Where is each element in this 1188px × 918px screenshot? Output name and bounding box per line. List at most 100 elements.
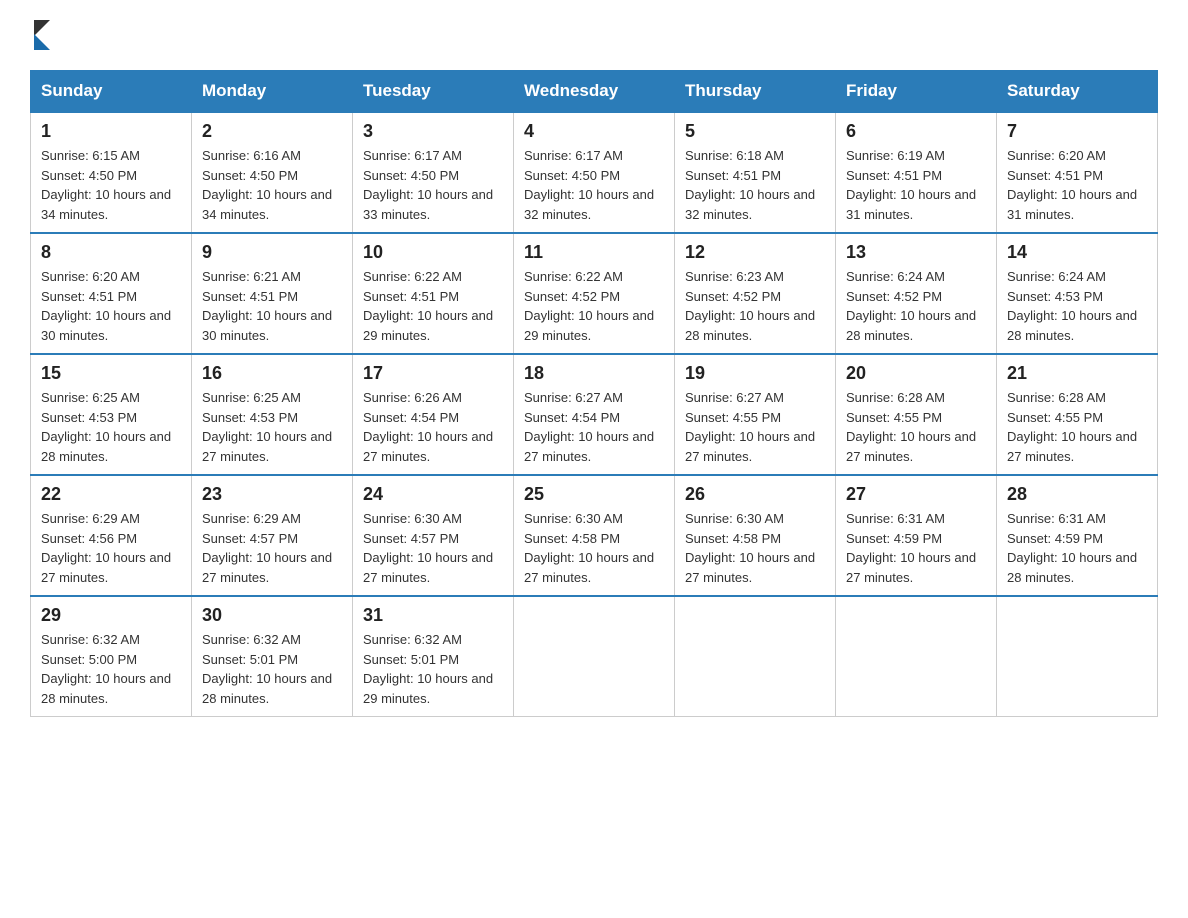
header-sunday: Sunday xyxy=(31,71,192,113)
day-info: Sunrise: 6:31 AM Sunset: 4:59 PM Dayligh… xyxy=(846,509,986,587)
calendar-cell: 2 Sunrise: 6:16 AM Sunset: 4:50 PM Dayli… xyxy=(192,112,353,233)
day-info: Sunrise: 6:21 AM Sunset: 4:51 PM Dayligh… xyxy=(202,267,342,345)
header-saturday: Saturday xyxy=(997,71,1158,113)
day-info: Sunrise: 6:29 AM Sunset: 4:57 PM Dayligh… xyxy=(202,509,342,587)
calendar-cell: 7 Sunrise: 6:20 AM Sunset: 4:51 PM Dayli… xyxy=(997,112,1158,233)
calendar-header-row: Sunday Monday Tuesday Wednesday Thursday… xyxy=(31,71,1158,113)
calendar-week-row: 1 Sunrise: 6:15 AM Sunset: 4:50 PM Dayli… xyxy=(31,112,1158,233)
day-number: 5 xyxy=(685,121,825,142)
calendar-cell: 11 Sunrise: 6:22 AM Sunset: 4:52 PM Dayl… xyxy=(514,233,675,354)
day-number: 13 xyxy=(846,242,986,263)
calendar-week-row: 29 Sunrise: 6:32 AM Sunset: 5:00 PM Dayl… xyxy=(31,596,1158,717)
logo xyxy=(30,20,50,50)
calendar-cell: 20 Sunrise: 6:28 AM Sunset: 4:55 PM Dayl… xyxy=(836,354,997,475)
day-info: Sunrise: 6:27 AM Sunset: 4:55 PM Dayligh… xyxy=(685,388,825,466)
day-number: 17 xyxy=(363,363,503,384)
day-number: 19 xyxy=(685,363,825,384)
day-info: Sunrise: 6:25 AM Sunset: 4:53 PM Dayligh… xyxy=(41,388,181,466)
day-info: Sunrise: 6:17 AM Sunset: 4:50 PM Dayligh… xyxy=(524,146,664,224)
day-number: 8 xyxy=(41,242,181,263)
calendar-cell: 5 Sunrise: 6:18 AM Sunset: 4:51 PM Dayli… xyxy=(675,112,836,233)
calendar-cell: 23 Sunrise: 6:29 AM Sunset: 4:57 PM Dayl… xyxy=(192,475,353,596)
calendar-week-row: 22 Sunrise: 6:29 AM Sunset: 4:56 PM Dayl… xyxy=(31,475,1158,596)
day-number: 4 xyxy=(524,121,664,142)
calendar-cell: 10 Sunrise: 6:22 AM Sunset: 4:51 PM Dayl… xyxy=(353,233,514,354)
calendar-cell: 27 Sunrise: 6:31 AM Sunset: 4:59 PM Dayl… xyxy=(836,475,997,596)
day-number: 6 xyxy=(846,121,986,142)
day-number: 16 xyxy=(202,363,342,384)
day-info: Sunrise: 6:15 AM Sunset: 4:50 PM Dayligh… xyxy=(41,146,181,224)
day-info: Sunrise: 6:28 AM Sunset: 4:55 PM Dayligh… xyxy=(846,388,986,466)
day-info: Sunrise: 6:19 AM Sunset: 4:51 PM Dayligh… xyxy=(846,146,986,224)
calendar-cell: 31 Sunrise: 6:32 AM Sunset: 5:01 PM Dayl… xyxy=(353,596,514,717)
calendar-cell: 24 Sunrise: 6:30 AM Sunset: 4:57 PM Dayl… xyxy=(353,475,514,596)
day-number: 23 xyxy=(202,484,342,505)
header-friday: Friday xyxy=(836,71,997,113)
calendar-cell: 28 Sunrise: 6:31 AM Sunset: 4:59 PM Dayl… xyxy=(997,475,1158,596)
day-info: Sunrise: 6:32 AM Sunset: 5:00 PM Dayligh… xyxy=(41,630,181,708)
day-number: 22 xyxy=(41,484,181,505)
day-info: Sunrise: 6:30 AM Sunset: 4:58 PM Dayligh… xyxy=(685,509,825,587)
calendar-cell xyxy=(997,596,1158,717)
day-number: 14 xyxy=(1007,242,1147,263)
day-info: Sunrise: 6:24 AM Sunset: 4:53 PM Dayligh… xyxy=(1007,267,1147,345)
day-number: 18 xyxy=(524,363,664,384)
header-monday: Monday xyxy=(192,71,353,113)
day-info: Sunrise: 6:20 AM Sunset: 4:51 PM Dayligh… xyxy=(1007,146,1147,224)
calendar-cell: 6 Sunrise: 6:19 AM Sunset: 4:51 PM Dayli… xyxy=(836,112,997,233)
calendar-cell: 4 Sunrise: 6:17 AM Sunset: 4:50 PM Dayli… xyxy=(514,112,675,233)
day-info: Sunrise: 6:30 AM Sunset: 4:58 PM Dayligh… xyxy=(524,509,664,587)
calendar-cell: 17 Sunrise: 6:26 AM Sunset: 4:54 PM Dayl… xyxy=(353,354,514,475)
calendar-cell: 18 Sunrise: 6:27 AM Sunset: 4:54 PM Dayl… xyxy=(514,354,675,475)
day-number: 25 xyxy=(524,484,664,505)
calendar-cell: 26 Sunrise: 6:30 AM Sunset: 4:58 PM Dayl… xyxy=(675,475,836,596)
calendar-cell: 3 Sunrise: 6:17 AM Sunset: 4:50 PM Dayli… xyxy=(353,112,514,233)
day-info: Sunrise: 6:28 AM Sunset: 4:55 PM Dayligh… xyxy=(1007,388,1147,466)
calendar-cell: 16 Sunrise: 6:25 AM Sunset: 4:53 PM Dayl… xyxy=(192,354,353,475)
calendar-cell: 19 Sunrise: 6:27 AM Sunset: 4:55 PM Dayl… xyxy=(675,354,836,475)
calendar-cell: 13 Sunrise: 6:24 AM Sunset: 4:52 PM Dayl… xyxy=(836,233,997,354)
day-number: 27 xyxy=(846,484,986,505)
day-info: Sunrise: 6:29 AM Sunset: 4:56 PM Dayligh… xyxy=(41,509,181,587)
day-info: Sunrise: 6:26 AM Sunset: 4:54 PM Dayligh… xyxy=(363,388,503,466)
day-info: Sunrise: 6:22 AM Sunset: 4:52 PM Dayligh… xyxy=(524,267,664,345)
day-number: 10 xyxy=(363,242,503,263)
day-info: Sunrise: 6:24 AM Sunset: 4:52 PM Dayligh… xyxy=(846,267,986,345)
calendar-week-row: 15 Sunrise: 6:25 AM Sunset: 4:53 PM Dayl… xyxy=(31,354,1158,475)
day-info: Sunrise: 6:22 AM Sunset: 4:51 PM Dayligh… xyxy=(363,267,503,345)
calendar-cell: 14 Sunrise: 6:24 AM Sunset: 4:53 PM Dayl… xyxy=(997,233,1158,354)
day-info: Sunrise: 6:32 AM Sunset: 5:01 PM Dayligh… xyxy=(202,630,342,708)
day-number: 3 xyxy=(363,121,503,142)
day-number: 28 xyxy=(1007,484,1147,505)
calendar-cell: 12 Sunrise: 6:23 AM Sunset: 4:52 PM Dayl… xyxy=(675,233,836,354)
day-number: 15 xyxy=(41,363,181,384)
day-info: Sunrise: 6:27 AM Sunset: 4:54 PM Dayligh… xyxy=(524,388,664,466)
day-number: 21 xyxy=(1007,363,1147,384)
calendar-week-row: 8 Sunrise: 6:20 AM Sunset: 4:51 PM Dayli… xyxy=(31,233,1158,354)
day-info: Sunrise: 6:31 AM Sunset: 4:59 PM Dayligh… xyxy=(1007,509,1147,587)
day-info: Sunrise: 6:25 AM Sunset: 4:53 PM Dayligh… xyxy=(202,388,342,466)
day-info: Sunrise: 6:23 AM Sunset: 4:52 PM Dayligh… xyxy=(685,267,825,345)
calendar-cell xyxy=(514,596,675,717)
day-number: 31 xyxy=(363,605,503,626)
calendar-cell: 9 Sunrise: 6:21 AM Sunset: 4:51 PM Dayli… xyxy=(192,233,353,354)
day-info: Sunrise: 6:32 AM Sunset: 5:01 PM Dayligh… xyxy=(363,630,503,708)
header-thursday: Thursday xyxy=(675,71,836,113)
day-number: 20 xyxy=(846,363,986,384)
day-number: 30 xyxy=(202,605,342,626)
day-info: Sunrise: 6:20 AM Sunset: 4:51 PM Dayligh… xyxy=(41,267,181,345)
day-number: 7 xyxy=(1007,121,1147,142)
day-number: 24 xyxy=(363,484,503,505)
day-number: 1 xyxy=(41,121,181,142)
day-number: 12 xyxy=(685,242,825,263)
calendar-cell: 30 Sunrise: 6:32 AM Sunset: 5:01 PM Dayl… xyxy=(192,596,353,717)
calendar-cell: 22 Sunrise: 6:29 AM Sunset: 4:56 PM Dayl… xyxy=(31,475,192,596)
calendar-cell xyxy=(675,596,836,717)
day-info: Sunrise: 6:18 AM Sunset: 4:51 PM Dayligh… xyxy=(685,146,825,224)
calendar-cell: 29 Sunrise: 6:32 AM Sunset: 5:00 PM Dayl… xyxy=(31,596,192,717)
day-number: 9 xyxy=(202,242,342,263)
header-wednesday: Wednesday xyxy=(514,71,675,113)
calendar-cell: 25 Sunrise: 6:30 AM Sunset: 4:58 PM Dayl… xyxy=(514,475,675,596)
day-info: Sunrise: 6:30 AM Sunset: 4:57 PM Dayligh… xyxy=(363,509,503,587)
page-header xyxy=(30,20,1158,50)
